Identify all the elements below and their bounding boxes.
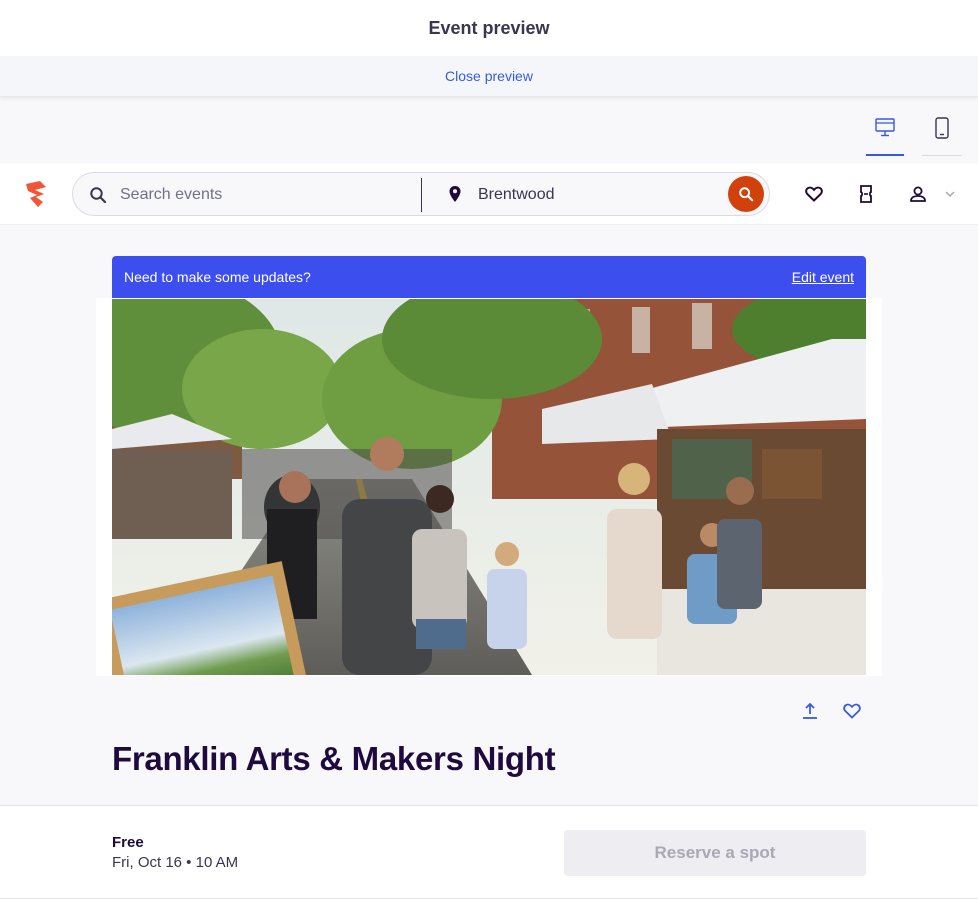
hero-container [96, 298, 882, 676]
desktop-monitor-icon [875, 118, 895, 137]
close-preview-bar: Close preview [0, 56, 978, 97]
location-pin-icon [449, 186, 461, 202]
event-hero-image [112, 299, 866, 675]
like-event-button[interactable] [842, 701, 862, 721]
site-navbar [0, 163, 978, 225]
account-chevron[interactable] [940, 184, 960, 204]
share-button[interactable] [800, 701, 820, 721]
likes-button[interactable] [804, 184, 824, 204]
heart-icon [805, 186, 823, 202]
tickets-button[interactable] [856, 184, 876, 204]
checkout-footer: Free Fri, Oct 16 • 10 AM Reserve a spot [0, 805, 978, 899]
banner-text: Need to make some updates? [124, 269, 311, 285]
desktop-view-toggle[interactable] [866, 116, 904, 156]
edit-event-banner: Need to make some updates? Edit event [112, 256, 866, 298]
preview-title: Event preview [428, 17, 550, 38]
mobile-view-toggle[interactable] [922, 116, 962, 156]
search-divider [421, 178, 422, 212]
search-icon [90, 187, 107, 204]
search-bar [72, 172, 770, 216]
close-preview-link[interactable]: Close preview [445, 68, 533, 84]
reserve-spot-button[interactable]: Reserve a spot [564, 830, 866, 876]
share-icon [803, 702, 817, 719]
search-icon [739, 187, 754, 202]
user-icon [910, 186, 926, 202]
ticket-icon [860, 185, 872, 203]
location-input[interactable] [478, 183, 718, 207]
event-price: Free [112, 834, 144, 851]
eventbrite-logo[interactable] [22, 178, 50, 210]
mobile-phone-icon [935, 117, 949, 139]
event-date: Fri, Oct 16 • 10 AM [112, 854, 239, 871]
event-title: Franklin Arts & Makers Night [112, 740, 556, 777]
street-fair-photo [112, 299, 866, 675]
preview-header: Event preview [0, 0, 978, 56]
account-menu-button[interactable] [908, 184, 928, 204]
search-submit-button[interactable] [728, 176, 764, 212]
heart-icon [843, 703, 861, 719]
edit-event-link[interactable]: Edit event [792, 269, 854, 285]
chevron-down-icon [945, 191, 955, 198]
search-input[interactable] [120, 183, 410, 207]
